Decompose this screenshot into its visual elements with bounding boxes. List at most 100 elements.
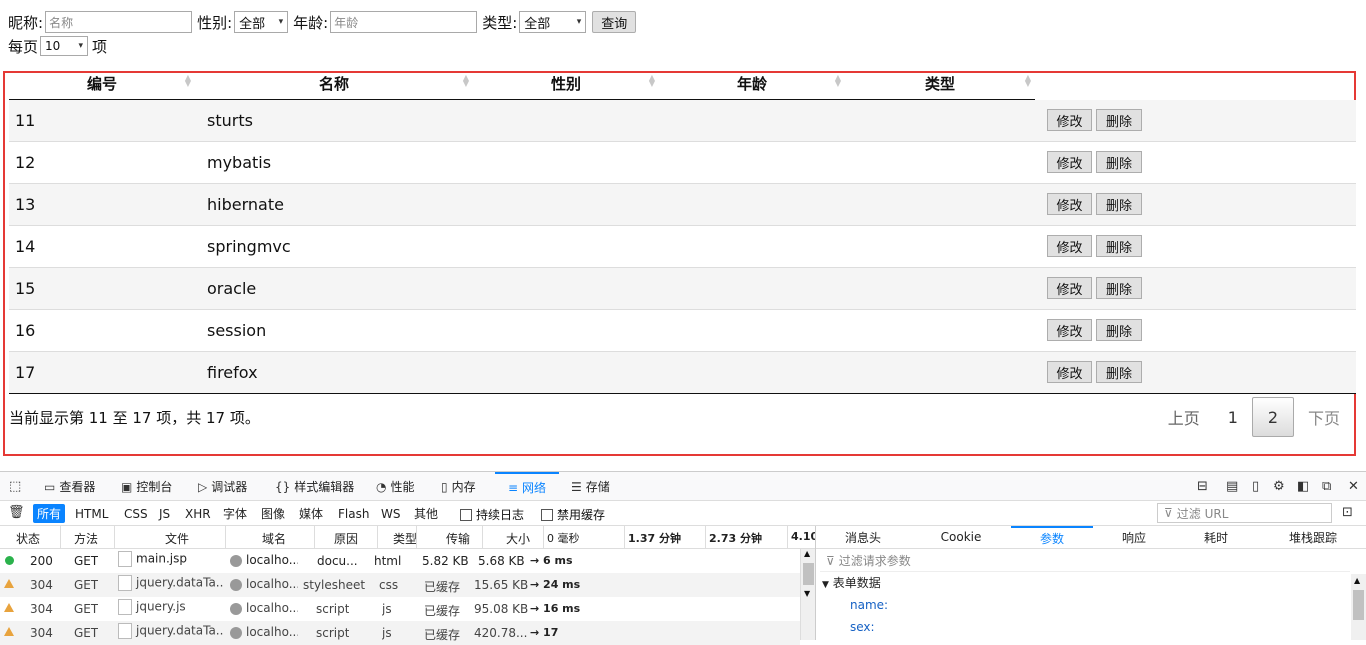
column-header-type[interactable]: 类型 ▲ ▼ [845, 73, 1035, 99]
page-button-2[interactable]: 2 [1251, 397, 1294, 437]
delete-button[interactable]: 删除 [1096, 109, 1142, 131]
tab-inspector[interactable]: ▭ 查看器 [44, 472, 95, 501]
request-status: 304 [30, 602, 53, 616]
tab-headers[interactable]: 消息头 [816, 526, 910, 548]
filter-fonts[interactable]: 字体 [219, 504, 251, 523]
scroll-up-icon[interactable]: ▲ [1354, 576, 1360, 585]
edit-button[interactable]: 修改 [1047, 235, 1092, 257]
column-header-sex[interactable]: 性别 ▲ ▼ [473, 73, 659, 99]
tab-timings[interactable]: 耗时 [1186, 526, 1246, 548]
dock-side-icon[interactable]: ◧ [1297, 479, 1309, 494]
col-domain[interactable]: 域名 [262, 530, 286, 547]
table-row: 11 sturts 修改 删除 [9, 100, 1356, 142]
request-size: 95.08 KB [474, 602, 529, 616]
scrollbar-thumb[interactable] [803, 563, 814, 585]
tab-label: 查看器 [59, 480, 96, 494]
delete-button[interactable]: 删除 [1096, 319, 1142, 341]
delete-button[interactable]: 删除 [1096, 235, 1142, 257]
undock-icon[interactable]: ⧉ [1322, 479, 1331, 494]
tab-params[interactable]: 参数 [1011, 526, 1093, 548]
layout-icon[interactable]: ⊟ [1197, 479, 1208, 494]
edit-button[interactable]: 修改 [1047, 109, 1092, 131]
age-input[interactable]: 年龄 [330, 11, 478, 33]
request-row[interactable]: 304 GET jquery.dataTa... localho... scri… [0, 621, 800, 645]
column-header-name[interactable]: 名称 ▲ ▼ [195, 73, 473, 99]
page-button-1[interactable]: 1 [1214, 397, 1252, 437]
request-row[interactable]: 304 GET jquery.dataTa... localho... styl… [0, 573, 800, 597]
pick-element-icon[interactable]: ⬚ [9, 479, 21, 494]
param-filter-input[interactable]: ⊽ 过滤请求参数 [820, 550, 1350, 572]
filter-css[interactable]: CSS [120, 504, 152, 523]
delete-button[interactable]: 删除 [1096, 361, 1142, 383]
request-row[interactable]: 200 GET main.jsp localho... docu... html… [0, 549, 800, 573]
column-header-id[interactable]: 编号 ▲ ▼ [9, 73, 195, 99]
page-length-select[interactable]: 10 ▾ [40, 36, 89, 56]
split-console-icon[interactable]: ▤ [1226, 479, 1238, 494]
delete-button[interactable]: 删除 [1096, 151, 1142, 173]
col-size[interactable]: 大小 [506, 530, 530, 547]
sex-select[interactable]: 全部 ▾ [234, 11, 289, 33]
filter-flash[interactable]: Flash [334, 504, 373, 523]
filter-xhr[interactable]: XHR [181, 504, 215, 523]
tab-storage[interactable]: ☰ 存储 [571, 472, 610, 501]
tab-debugger[interactable]: ▷ 调试器 [198, 472, 247, 501]
tab-memory[interactable]: ▯ 内存 [441, 472, 476, 501]
settings-gear-icon[interactable]: ⚙ [1273, 479, 1285, 494]
scrollbar-thumb[interactable] [1353, 590, 1364, 620]
edit-button[interactable]: 修改 [1047, 193, 1092, 215]
url-filter-input[interactable]: ⊽ 过滤 URL [1157, 503, 1332, 523]
tab-stack-trace[interactable]: 堆栈跟踪 [1278, 526, 1348, 548]
scroll-down-icon[interactable]: ▼ [804, 589, 810, 598]
col-type[interactable]: 类型 [393, 530, 417, 547]
col-cause[interactable]: 原因 [334, 530, 358, 547]
request-row[interactable]: 304 GET jquery.js localho... script js 已… [0, 597, 800, 621]
tab-style-editor[interactable]: {} 样式编辑器 [275, 472, 354, 501]
request-time: → 6 ms [530, 554, 573, 567]
col-method[interactable]: 方法 [74, 530, 98, 547]
filter-html[interactable]: HTML [71, 504, 112, 523]
sort-icon: ▲ ▼ [648, 73, 655, 88]
disable-cache-checkbox[interactable]: 禁用缓存 [541, 506, 605, 523]
column-divider [416, 526, 417, 549]
column-header-age[interactable]: 年龄 ▲ ▼ [659, 73, 845, 99]
scroll-up-icon[interactable]: ▲ [804, 549, 810, 558]
delete-button[interactable]: 删除 [1096, 193, 1142, 215]
request-transfer: 已缓存 [424, 580, 461, 594]
col-status[interactable]: 状态 [16, 530, 40, 547]
nickname-label: 昵称: [8, 13, 44, 32]
query-button[interactable]: 查询 [592, 11, 637, 33]
close-icon[interactable]: ✕ [1348, 479, 1359, 494]
filter-media[interactable]: 媒体 [295, 504, 327, 523]
tab-performance[interactable]: ◔ 性能 [376, 472, 415, 501]
form-data-section[interactable]: ▼ 表单数据 [822, 574, 881, 591]
details-scrollbar[interactable]: ▲ [1351, 574, 1366, 640]
edit-button[interactable]: 修改 [1047, 277, 1092, 299]
prev-page-button[interactable]: 上页 [1154, 397, 1214, 437]
filter-other[interactable]: 其他 [410, 504, 442, 523]
responsive-icon[interactable]: ▯ [1252, 479, 1259, 494]
column-divider [543, 526, 544, 549]
request-details-sidebar: 消息头 Cookie 参数 响应 耗时 堆栈跟踪 ⊽ 过滤请求参数 ▼ 表单数据… [815, 526, 1366, 640]
delete-button[interactable]: 删除 [1096, 277, 1142, 299]
edit-button[interactable]: 修改 [1047, 319, 1092, 341]
filter-all[interactable]: 所有 [33, 504, 66, 523]
toggle-sidebar-icon[interactable]: ⊡ [1342, 505, 1353, 520]
type-select[interactable]: 全部 ▾ [519, 11, 587, 33]
trash-icon[interactable]: 🗑 [8, 505, 25, 520]
request-list-scrollbar[interactable]: ▲ ▼ [800, 549, 815, 640]
nickname-input[interactable]: 名称 [45, 11, 193, 33]
col-transfer[interactable]: 传输 [446, 530, 470, 547]
col-file[interactable]: 文件 [165, 530, 189, 547]
persist-log-checkbox[interactable]: 持续日志 [460, 506, 524, 523]
filter-images[interactable]: 图像 [257, 504, 289, 523]
edit-button[interactable]: 修改 [1047, 151, 1092, 173]
edit-button[interactable]: 修改 [1047, 361, 1092, 383]
tab-cookie[interactable]: Cookie [921, 526, 1001, 548]
request-transfer: 5.82 KB [422, 554, 469, 568]
filter-js[interactable]: JS [155, 504, 174, 523]
tab-console[interactable]: ▣ 控制台 [121, 472, 172, 501]
tab-network[interactable]: ≡ 网络 [495, 472, 559, 501]
next-page-button[interactable]: 下页 [1294, 397, 1354, 437]
filter-ws[interactable]: WS [377, 504, 404, 523]
tab-response[interactable]: 响应 [1104, 526, 1164, 548]
